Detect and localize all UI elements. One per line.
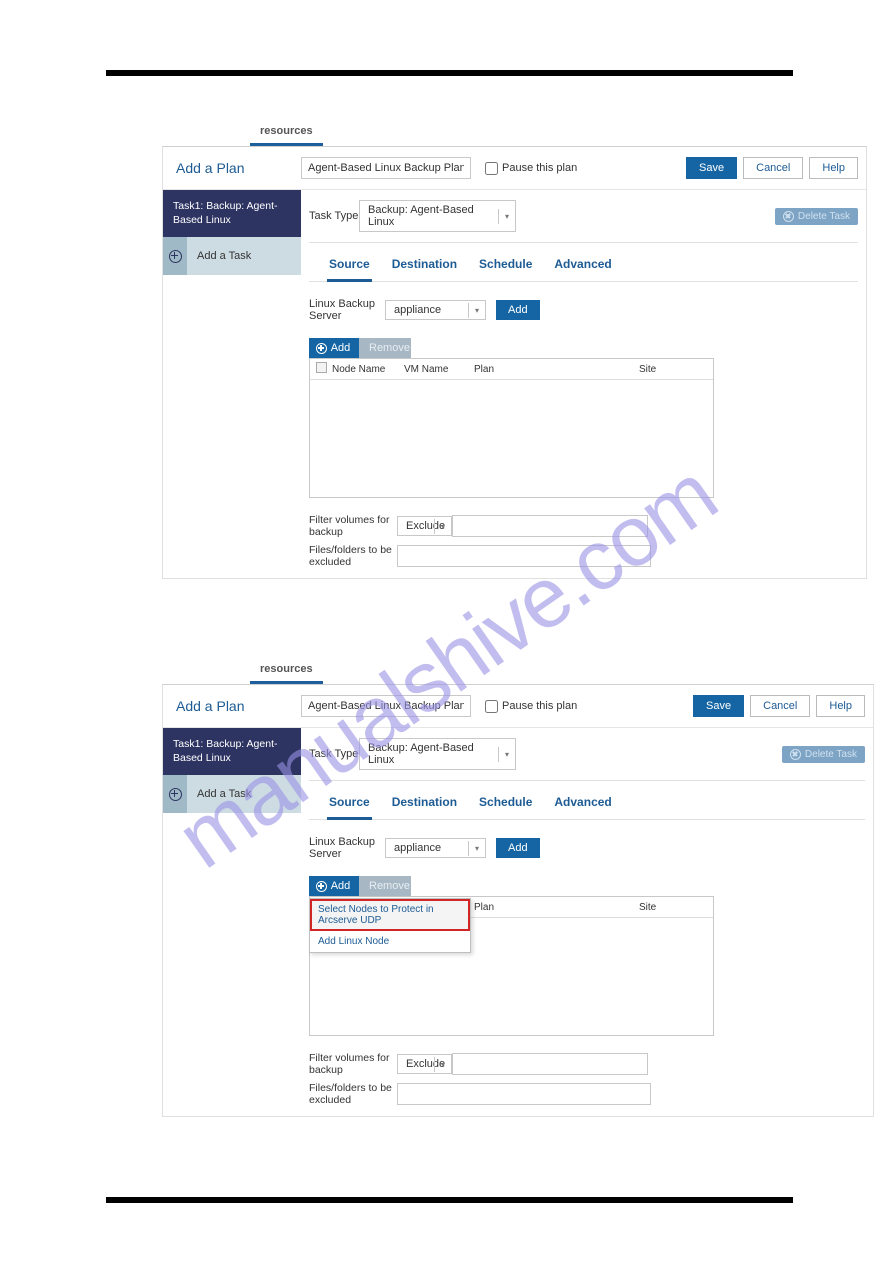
top-tabs-bar: resources bbox=[162, 659, 874, 685]
col-site: Site bbox=[639, 364, 699, 375]
close-icon bbox=[783, 211, 794, 222]
linux-backup-server-dropdown[interactable]: appliance ▾ bbox=[385, 838, 486, 858]
add-plan-title: Add a Plan bbox=[171, 698, 301, 714]
add-server-button[interactable]: Add bbox=[496, 300, 540, 320]
cancel-button[interactable]: Cancel bbox=[750, 695, 810, 717]
close-icon bbox=[790, 749, 801, 760]
chevron-down-icon: ▾ bbox=[498, 209, 515, 224]
tab-source[interactable]: Source bbox=[327, 253, 372, 282]
task-sidebar: Task1: Backup: Agent-Based Linux Add a T… bbox=[163, 190, 301, 578]
tab-destination[interactable]: Destination bbox=[390, 253, 459, 281]
col-site: Site bbox=[639, 902, 699, 913]
task-type-label: Task Type bbox=[309, 748, 359, 760]
top-black-bar bbox=[106, 70, 793, 76]
tab-destination[interactable]: Destination bbox=[390, 791, 459, 819]
add-task-label: Add a Task bbox=[187, 775, 301, 813]
tab-source[interactable]: Source bbox=[327, 791, 372, 820]
pause-plan-checkbox[interactable] bbox=[485, 700, 498, 713]
cancel-button[interactable]: Cancel bbox=[743, 157, 803, 179]
task-type-row: Task Type Backup: Agent-Based Linux ▾ De… bbox=[309, 196, 858, 243]
delete-task-button[interactable]: Delete Task bbox=[775, 208, 858, 225]
help-button[interactable]: Help bbox=[816, 695, 865, 717]
task-type-row: Task Type Backup: Agent-Based Linux ▾ De… bbox=[309, 734, 865, 781]
select-all-checkbox[interactable] bbox=[316, 362, 327, 373]
plan-header-row: Add a Plan Pause this plan Save Cancel H… bbox=[163, 685, 873, 728]
plus-icon bbox=[169, 788, 182, 801]
remove-node-button: Remove bbox=[359, 338, 411, 358]
chevron-down-icon: ▾ bbox=[468, 841, 485, 856]
tab-advanced[interactable]: Advanced bbox=[552, 253, 613, 281]
pause-plan-checkbox[interactable] bbox=[485, 162, 498, 175]
tab-advanced[interactable]: Advanced bbox=[552, 791, 613, 819]
add-node-button[interactable]: Add bbox=[309, 338, 359, 358]
delete-task-button[interactable]: Delete Task bbox=[782, 746, 865, 763]
inner-tabs: Source Destination Schedule Advanced bbox=[309, 243, 858, 282]
top-tabs-bar: resources bbox=[162, 121, 867, 147]
pause-plan-label: Pause this plan bbox=[502, 700, 577, 712]
remove-node-button: Remove bbox=[359, 876, 411, 896]
add-task-label: Add a Task bbox=[187, 237, 301, 275]
plus-icon bbox=[316, 343, 327, 354]
linux-backup-server-dropdown[interactable]: appliance ▾ bbox=[385, 300, 486, 320]
col-vm-name: VM Name bbox=[404, 364, 474, 375]
tab-schedule[interactable]: Schedule bbox=[477, 791, 534, 819]
task-type-label: Task Type bbox=[309, 210, 359, 222]
screenshot-b: resources Add a Plan Pause this plan Sav… bbox=[162, 659, 874, 1117]
plan-name-input[interactable] bbox=[301, 157, 471, 179]
linux-backup-server-label: Linux Backup Server bbox=[309, 836, 385, 860]
menu-add-linux-node[interactable]: Add Linux Node bbox=[310, 931, 470, 952]
inner-tabs: Source Destination Schedule Advanced bbox=[309, 781, 865, 820]
chevron-down-icon: ▾ bbox=[434, 519, 451, 534]
add-node-menu: Select Nodes to Protect in Arcserve UDP … bbox=[309, 898, 471, 953]
filter-volumes-input[interactable] bbox=[452, 1053, 648, 1075]
files-excluded-label: Files/folders to be excluded bbox=[309, 1082, 397, 1106]
add-server-button[interactable]: Add bbox=[496, 838, 540, 858]
pause-plan-label: Pause this plan bbox=[502, 162, 577, 174]
col-node-name: Node Name bbox=[332, 364, 404, 375]
filter-volumes-input[interactable] bbox=[452, 515, 648, 537]
chevron-down-icon: ▾ bbox=[468, 303, 485, 318]
menu-select-nodes[interactable]: Select Nodes to Protect in Arcserve UDP bbox=[310, 899, 470, 931]
files-excluded-input[interactable] bbox=[397, 1083, 651, 1105]
files-excluded-input[interactable] bbox=[397, 545, 651, 567]
chevron-down-icon: ▾ bbox=[434, 1057, 451, 1072]
add-task-button[interactable]: Add a Task bbox=[163, 775, 301, 813]
plan-header-row: Add a Plan Pause this plan Save Cancel H… bbox=[163, 147, 866, 190]
help-button[interactable]: Help bbox=[809, 157, 858, 179]
col-plan: Plan bbox=[474, 902, 639, 913]
filter-volumes-label: Filter volumes for backup bbox=[309, 1052, 397, 1076]
tab-schedule[interactable]: Schedule bbox=[477, 253, 534, 281]
sidebar-task1[interactable]: Task1: Backup: Agent-Based Linux bbox=[163, 728, 301, 775]
sidebar-task1[interactable]: Task1: Backup: Agent-Based Linux bbox=[163, 190, 301, 237]
tab-resources[interactable]: resources bbox=[250, 121, 323, 146]
add-node-button[interactable]: Add bbox=[309, 876, 359, 896]
col-plan: Plan bbox=[474, 364, 639, 375]
plan-name-input[interactable] bbox=[301, 695, 471, 717]
save-button[interactable]: Save bbox=[693, 695, 744, 717]
linux-backup-server-label: Linux Backup Server bbox=[309, 298, 385, 322]
task-sidebar: Task1: Backup: Agent-Based Linux Add a T… bbox=[163, 728, 301, 1116]
plus-icon bbox=[169, 250, 182, 263]
plus-icon bbox=[316, 881, 327, 892]
tab-resources[interactable]: resources bbox=[250, 659, 323, 684]
task-type-dropdown[interactable]: Backup: Agent-Based Linux ▾ bbox=[359, 200, 516, 232]
save-button[interactable]: Save bbox=[686, 157, 737, 179]
chevron-down-icon: ▾ bbox=[498, 747, 515, 762]
filter-volumes-dropdown[interactable]: Exclude ▾ bbox=[397, 1054, 452, 1074]
add-plan-title: Add a Plan bbox=[171, 160, 301, 176]
files-excluded-label: Files/folders to be excluded bbox=[309, 544, 397, 568]
add-task-button[interactable]: Add a Task bbox=[163, 237, 301, 275]
bottom-black-bar bbox=[106, 1197, 793, 1203]
filter-volumes-dropdown[interactable]: Exclude ▾ bbox=[397, 516, 452, 536]
filter-volumes-label: Filter volumes for backup bbox=[309, 514, 397, 538]
nodes-grid: Node Name VM Name Plan Site bbox=[309, 358, 714, 498]
task-type-dropdown[interactable]: Backup: Agent-Based Linux ▾ bbox=[359, 738, 516, 770]
screenshot-a: resources Add a Plan Pause this plan Sav… bbox=[162, 121, 867, 579]
